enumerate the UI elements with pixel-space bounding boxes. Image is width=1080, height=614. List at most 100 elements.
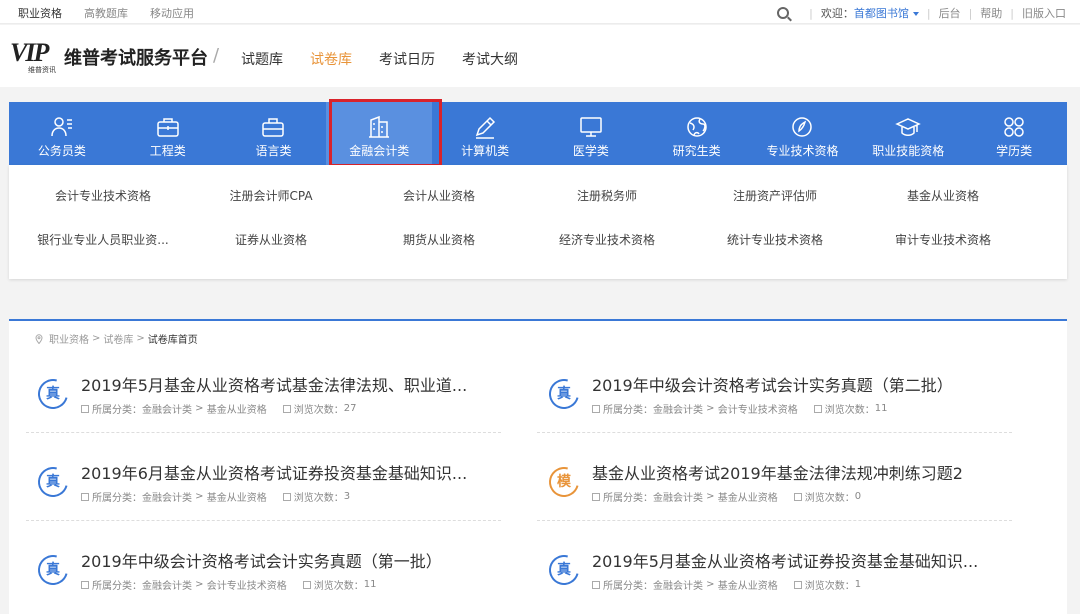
subcategory-link[interactable]: 期货从业资格	[355, 231, 523, 248]
category-civil-servant[interactable]: 公务员类	[9, 102, 115, 165]
category-icon	[592, 404, 600, 413]
paper-title[interactable]: 基金从业资格考试2019年基金法律法规冲刺练习题2	[592, 460, 963, 484]
paper-meta: 所属分类： 金融会计类 > 基金从业资格 浏览次数： 27	[81, 401, 356, 416]
building-icon	[369, 115, 390, 138]
user-menu[interactable]: 欢迎：首都图书馆	[821, 5, 919, 21]
views-icon	[793, 492, 802, 501]
pencil-icon	[475, 116, 496, 139]
welcome-label: 欢迎：	[820, 7, 854, 20]
subcategory-link[interactable]: 会计专业技术资格	[19, 187, 187, 204]
breadcrumb-current: 试卷库首页	[147, 335, 198, 346]
paper-item[interactable]: 模 基金从业资格考试2019年基金法律法规冲刺练习题2 所属分类： 金融会计类 >…	[537, 451, 1012, 521]
category-label: 工程类	[149, 144, 186, 158]
category-finance-accounting[interactable]: 金融会计类	[326, 102, 433, 165]
category-education[interactable]: 学历类	[961, 102, 1067, 165]
old-version-link[interactable]: 旧版入口	[1022, 5, 1066, 21]
category-label: 专业技术资格	[766, 144, 839, 158]
paper-list-section: 职业资格 > 试卷库 > 试卷库首页 真 2019年5月基金从业资格考试基金法律法规…	[9, 319, 1067, 614]
logo-sub: 维普资讯	[28, 66, 56, 74]
logo-text: VIP	[10, 38, 49, 67]
paper-item[interactable]: 真 2019年中级会计资格考试会计实务真题（第二批） 所属分类： 金融会计类 > …	[537, 363, 1012, 433]
category-icon	[81, 492, 89, 501]
person-list-icon	[51, 117, 72, 137]
subcategory-link[interactable]: 银行业专业人员职业资...	[19, 231, 187, 248]
category-icon	[592, 492, 600, 501]
paper-title[interactable]: 2019年6月基金从业资格考试证券投资基金基础知识...	[81, 460, 467, 484]
category-label: 研究生类	[672, 144, 721, 158]
paper-title[interactable]: 2019年中级会计资格考试会计实务真题（第一批）	[81, 548, 442, 572]
category-label: 职业技能资格	[872, 144, 945, 158]
real-exam-badge: 真	[32, 373, 74, 415]
paper-title[interactable]: 2019年5月基金从业资格考试基金法律法规、职业道...	[81, 372, 467, 396]
compass-icon	[792, 117, 813, 137]
welcome-user: 首都图书馆	[853, 7, 909, 20]
subcategory-panel: 会计专业技术资格 注册会计师CPA 会计从业资格 注册税务师 注册资产评估师 基…	[9, 165, 1067, 279]
site-header: VIP 维普资讯 维普考试服务平台 / 试题库 试卷库 考试日历 考试大纲	[0, 25, 1080, 87]
category-label: 金融会计类	[349, 144, 410, 158]
mock-exam-badge: 模	[543, 461, 585, 503]
brand-title: 维普考试服务平台	[64, 48, 208, 69]
paper-item[interactable]: 真 2019年5月基金从业资格考试基金法律法规、职业道... 所属分类： 金融会计…	[26, 363, 501, 433]
category-label: 学历类	[996, 144, 1033, 158]
monitor-icon	[580, 117, 602, 137]
category-bar: 公务员类 工程类 语言类 金融会计类 计算机类 医学类 研究生类 专业技术资格 …	[9, 102, 1067, 165]
location-pin-icon	[35, 333, 43, 344]
views-icon	[302, 580, 311, 589]
top-right: | 欢迎：首都图书馆 | 后台 | 帮助 | 旧版入口	[777, 5, 1066, 21]
logo[interactable]: VIP 维普资讯	[10, 38, 66, 75]
top-link-higher-ed[interactable]: 高教题库	[84, 5, 128, 21]
subcategory-link[interactable]: 注册资产评估师	[691, 187, 859, 204]
subcategory-link[interactable]: 基金从业资格	[859, 187, 1027, 204]
subcategory-link[interactable]: 会计从业资格	[355, 187, 523, 204]
subcategory-link[interactable]: 审计专业技术资格	[859, 231, 1027, 248]
category-computer[interactable]: 计算机类	[432, 102, 538, 165]
breadcrumb-career[interactable]: 职业资格	[49, 331, 89, 346]
nav-exam-outline[interactable]: 考试大纲	[462, 49, 518, 69]
top-bar: 职业资格 高教题库 移动应用 | 欢迎：首都图书馆 | 后台 | 帮助 | 旧版…	[0, 0, 1080, 24]
paper-meta: 所属分类： 金融会计类 > 基金从业资格 浏览次数： 0	[592, 489, 861, 504]
breadcrumb-paper-bank[interactable]: 试卷库	[103, 331, 133, 346]
subcategory-link[interactable]: 证券从业资格	[187, 231, 355, 248]
nav-paper-bank[interactable]: 试卷库	[310, 49, 352, 69]
paper-item[interactable]: 真 2019年5月基金从业资格考试证券投资基金基础知识... 所属分类： 金融会计…	[537, 539, 1012, 609]
admin-link[interactable]: 后台	[939, 5, 961, 21]
category-engineering[interactable]: 工程类	[115, 102, 221, 165]
paper-item[interactable]: 真 2019年中级会计资格考试会计实务真题（第一批） 所属分类： 金融会计类 > …	[26, 539, 501, 609]
category-graduate[interactable]: 研究生类	[644, 102, 750, 165]
category-professional-tech[interactable]: 专业技术资格	[750, 102, 856, 165]
category-icon	[81, 580, 89, 589]
category-label: 医学类	[572, 144, 609, 158]
top-link-mobile[interactable]: 移动应用	[150, 5, 194, 21]
nav-exam-calendar[interactable]: 考试日历	[379, 49, 435, 69]
briefcase-icon	[156, 118, 179, 137]
nav-question-bank[interactable]: 试题库	[241, 49, 283, 69]
paper-item[interactable]: 真 2019年6月基金从业资格考试证券投资基金基础知识... 所属分类： 金融会计…	[26, 451, 501, 521]
header-divider: /	[213, 45, 220, 66]
paper-title[interactable]: 2019年中级会计资格考试会计实务真题（第二批）	[592, 372, 953, 396]
paper-title[interactable]: 2019年5月基金从业资格考试证券投资基金基础知识...	[592, 548, 978, 572]
category-medicine[interactable]: 医学类	[538, 102, 644, 165]
paper-meta: 所属分类： 金融会计类 > 基金从业资格 浏览次数： 3	[81, 489, 350, 504]
breadcrumb: 职业资格 > 试卷库 > 试卷库首页	[35, 331, 198, 346]
subcategory-link[interactable]: 统计专业技术资格	[691, 231, 859, 248]
views-icon	[282, 492, 291, 501]
top-links: 职业资格 高教题库 移动应用	[18, 5, 194, 21]
subcategory-link[interactable]: 注册会计师CPA	[187, 187, 355, 204]
grid-circles-icon	[1004, 117, 1024, 137]
category-icon	[81, 404, 89, 413]
top-link-career[interactable]: 职业资格	[18, 5, 62, 21]
category-label: 计算机类	[461, 144, 510, 158]
paper-meta: 所属分类： 金融会计类 > 会计专业技术资格 浏览次数： 11	[592, 401, 887, 416]
paper-meta: 所属分类： 金融会计类 > 会计专业技术资格 浏览次数： 11	[81, 577, 376, 592]
category-vocational-skill[interactable]: 职业技能资格	[855, 102, 961, 165]
subcategory-row: 会计专业技术资格 注册会计师CPA 会计从业资格 注册税务师 注册资产评估师 基…	[19, 187, 1077, 204]
views-icon	[282, 404, 291, 413]
help-link[interactable]: 帮助	[980, 5, 1002, 21]
search-icon[interactable]	[777, 7, 790, 19]
views-icon	[813, 404, 822, 413]
main-nav: 试题库 试卷库 考试日历 考试大纲	[241, 49, 518, 69]
category-language[interactable]: 语言类	[221, 102, 327, 165]
subcategory-link[interactable]: 经济专业技术资格	[523, 231, 691, 248]
category-label: 公务员类	[37, 144, 86, 158]
subcategory-link[interactable]: 注册税务师	[523, 187, 691, 204]
